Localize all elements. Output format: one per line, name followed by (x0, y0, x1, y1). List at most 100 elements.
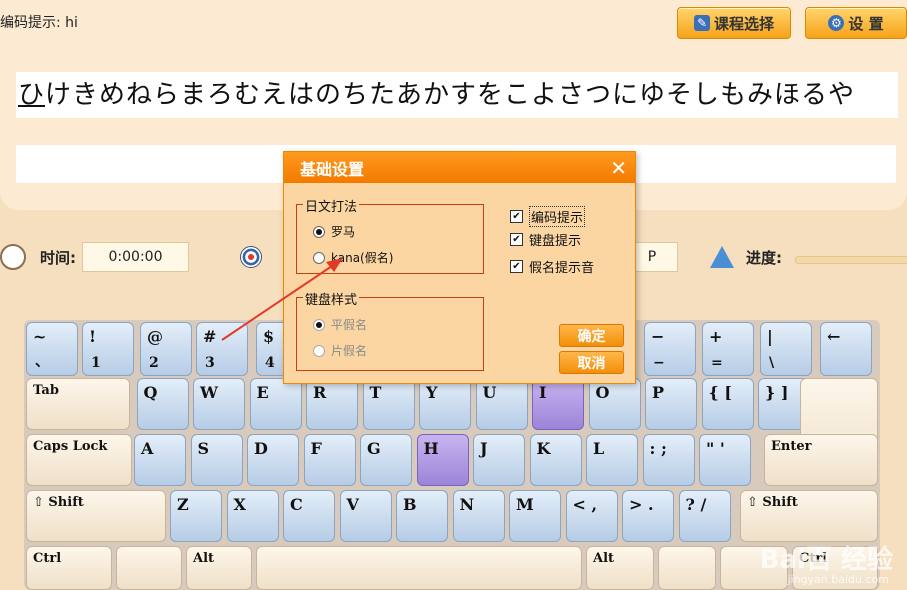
course-select-label: 课程选择 (713, 14, 774, 33)
key-r4-2: Alt (186, 546, 252, 590)
kana-sound-checkbox[interactable]: ✔ 假名提示音 (510, 257, 594, 276)
cancel-button[interactable]: 取消 (559, 351, 624, 374)
close-icon[interactable]: ✕ (610, 156, 627, 180)
key-9: O (588, 378, 641, 430)
katakana-label: 片假名 (331, 344, 368, 358)
key-row0-8: ← (820, 322, 872, 376)
key-r2-10: : ; (642, 434, 695, 486)
target-icon (240, 246, 262, 268)
encoding-hint-label: 编码提示: (0, 15, 61, 31)
watermark-brand: Bai百 经验 (759, 545, 893, 575)
key-r4-0: Ctrl (26, 546, 112, 590)
key-r3-6: N (452, 490, 505, 542)
radio-unchecked-icon (313, 251, 325, 264)
progress-label: 进度: (746, 248, 782, 267)
key-r3-1: Z (170, 490, 222, 542)
kana-radio[interactable]: kana(假名) (313, 249, 393, 266)
course-select-button[interactable]: ✎ 课程选择 (677, 7, 791, 39)
key-r4-1 (116, 546, 182, 590)
key-7: U (475, 378, 528, 430)
settings-button[interactable]: ⚙ 设 置 (805, 7, 907, 39)
settings-label: 设 置 (848, 14, 884, 33)
keyboard-hint-checkbox[interactable]: ✔ 键盘提示 (510, 230, 581, 249)
progress-stat: 进度: (710, 242, 782, 272)
progress-bar (795, 256, 907, 264)
remaining-text: けきめねらまろむえはのちたあかすをこよさつにゆそしもみほるや (45, 80, 856, 110)
kana-label: kana(假名) (331, 251, 394, 265)
time-label: 时间: (40, 248, 76, 267)
input-method-legend: 日文打法 (303, 196, 360, 215)
key-tab: Tab (26, 378, 130, 430)
basic-settings-dialog: 基础设置 ✕ 日文打法 罗马 kana(假名) 键盘样式 平假名 片假名 ✔ 编… (283, 151, 636, 384)
key-5: T (362, 378, 415, 430)
key-r2-7: J (473, 434, 525, 486)
dialog-title: 基础设置 (300, 159, 365, 179)
key-lower-label: 4 (265, 355, 275, 371)
keyboard-hint-check-label: 键盘提示 (529, 234, 582, 249)
current-char: ひ (18, 80, 46, 110)
checkmark-icon: ✔ (510, 210, 523, 223)
kana-sound-check-label: 假名提示音 (529, 261, 595, 276)
key-row0-6: + = (702, 322, 754, 376)
key-row0-7: | \ (760, 322, 812, 376)
key-row0-5: − − (644, 322, 696, 376)
key-r4-3 (256, 546, 582, 590)
keyboard-style-legend: 键盘样式 (303, 289, 360, 308)
key-3: E (249, 378, 302, 430)
dialog-titlebar: 基础设置 ✕ (284, 152, 635, 183)
key-shift-right: ⇧ Shift (740, 490, 878, 542)
encoding-hint-value: hi (65, 15, 78, 31)
hiragana-radio[interactable]: 平假名 (313, 316, 367, 333)
key-lower-label: 2 (149, 355, 159, 371)
key-8: I (532, 378, 584, 430)
key-6: Y (419, 378, 471, 430)
encoding-hint: 编码提示: hi (0, 12, 78, 32)
keyboard-style-group: 键盘样式 平假名 片假名 (296, 289, 484, 371)
radio-unchecked-icon (313, 344, 325, 357)
practice-text: ひけきめねらまろむえはのちたあかすをこよさつにゆそしもみほるや (16, 72, 898, 118)
flask-icon (710, 246, 734, 268)
key-lower-label: 1 (91, 355, 101, 371)
key-r4-5 (658, 546, 716, 590)
key-shift-left: ⇧ Shift (26, 490, 166, 542)
key-4: R (306, 378, 358, 430)
romaji-radio[interactable]: 罗马 (313, 223, 355, 240)
key-r2-6: H (416, 434, 469, 486)
gear-icon: ⚙ (828, 15, 845, 31)
key-r2-2: S (190, 434, 243, 486)
key-r3-8: < , (565, 490, 618, 542)
radio-checked-icon (313, 318, 325, 331)
key-r3-9: > . (622, 490, 674, 542)
key-r3-3: C (283, 490, 335, 542)
checkmark-icon: ✔ (510, 233, 523, 246)
key-r2-11: " ' (699, 434, 751, 486)
accuracy-stat (240, 242, 262, 272)
key-1: Q (136, 378, 189, 430)
key-r2-8: K (529, 434, 582, 486)
key-r3-5: B (396, 490, 448, 542)
romaji-label: 罗马 (331, 225, 356, 239)
key-r2-4: F (303, 434, 356, 486)
key-row0-3: #3 (196, 322, 248, 376)
key-enter: Enter (764, 434, 878, 486)
ok-button[interactable]: 确定 (559, 324, 624, 347)
key-r2-9: L (586, 434, 638, 486)
encoding-hint-check-label: 编码提示 (529, 206, 586, 227)
checkmark-icon: ✔ (510, 260, 523, 273)
key-r4-4: Alt (586, 546, 654, 590)
encoding-hint-checkbox[interactable]: ✔ 编码提示 (510, 206, 586, 227)
key-10: P (645, 378, 697, 430)
clock-icon (0, 244, 26, 270)
katakana-radio[interactable]: 片假名 (313, 342, 367, 359)
key-lower-label: − (653, 355, 665, 371)
key-capslock: Caps Lock (26, 434, 132, 486)
input-method-group: 日文打法 罗马 kana(假名) (296, 196, 484, 274)
key-lower-label: \ (769, 355, 775, 371)
book-icon: ✎ (693, 15, 710, 31)
key-2: W (193, 378, 245, 430)
key-r2-5: G (360, 434, 412, 486)
hiragana-label: 平假名 (331, 318, 368, 332)
key-11: { [ (701, 378, 754, 430)
key-r2-3: D (247, 434, 299, 486)
time-value: 0:00:00 (82, 242, 189, 272)
